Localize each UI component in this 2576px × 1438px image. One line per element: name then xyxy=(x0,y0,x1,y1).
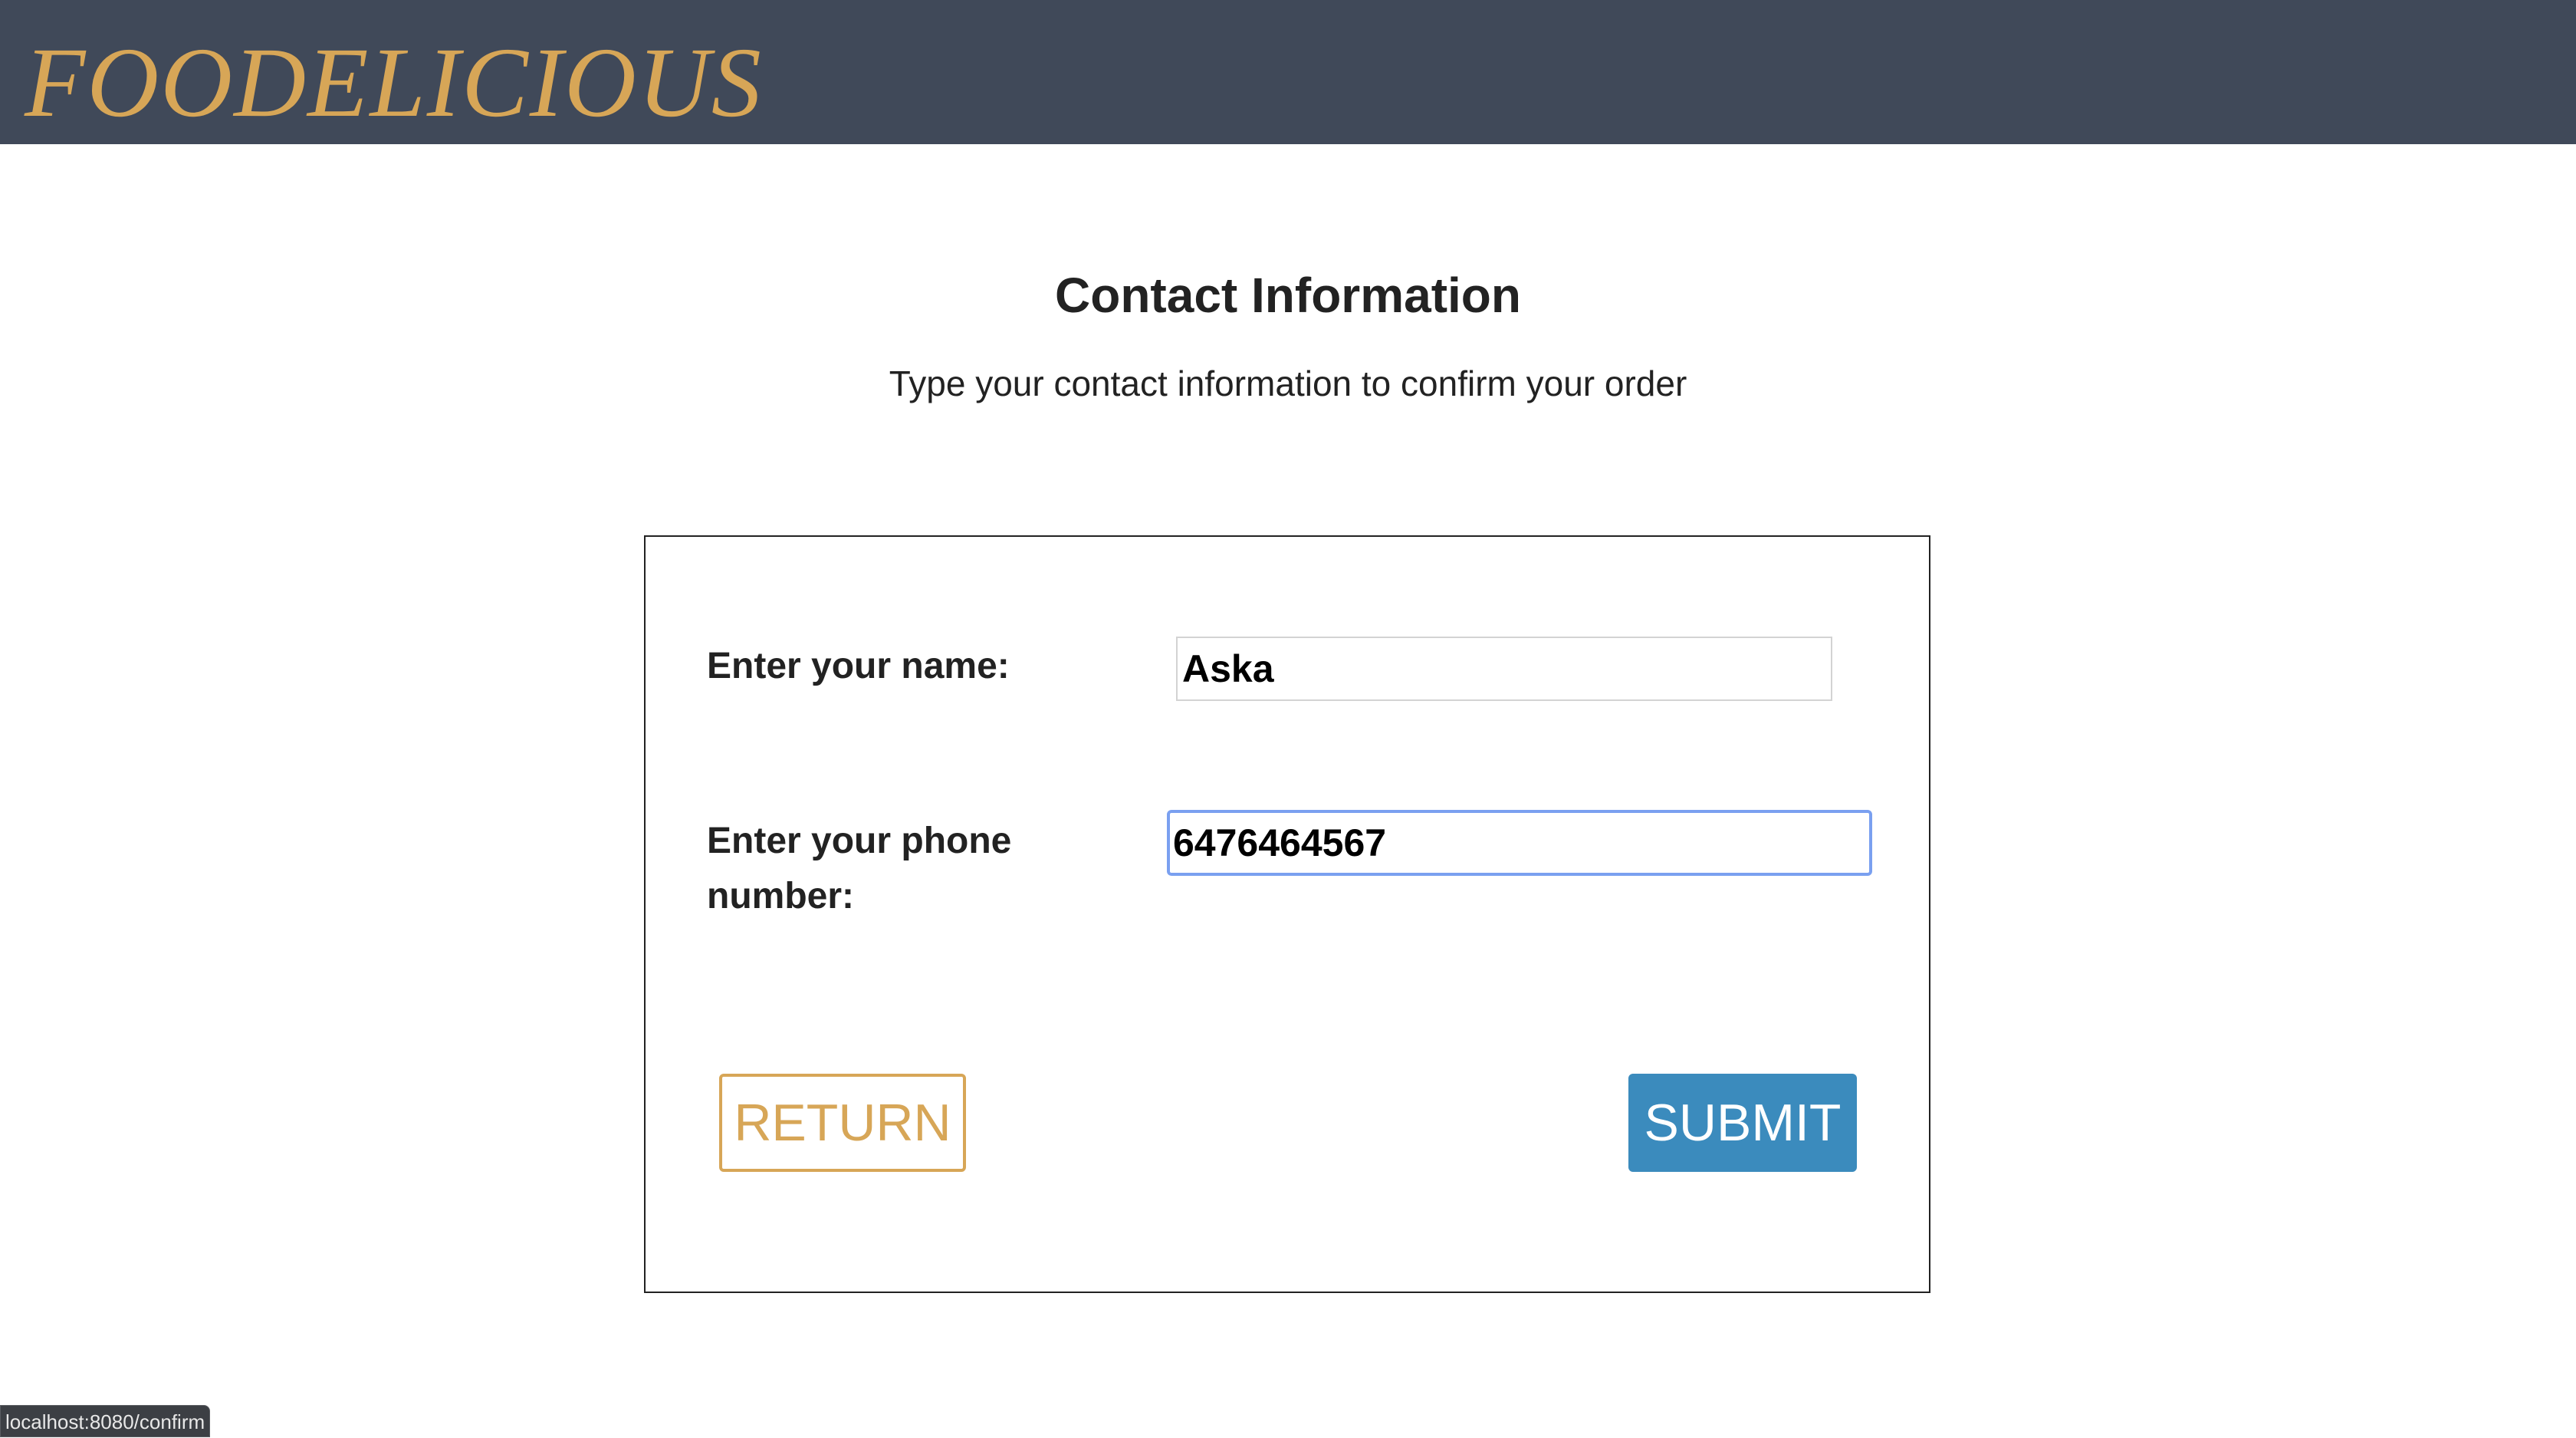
link-status-bar: localhost:8080/confirm xyxy=(0,1405,211,1437)
return-button[interactable]: RETURN xyxy=(719,1074,966,1172)
name-label: Enter your name: xyxy=(707,646,1010,686)
page-subtitle: Type your contact information to confirm… xyxy=(889,364,1687,403)
brand-logo[interactable]: FOODELICIOUS xyxy=(25,21,763,144)
name-input[interactable] xyxy=(1176,637,1832,701)
submit-button[interactable]: SUBMIT xyxy=(1628,1074,1857,1172)
contact-form: Enter your name: Enter your phone number… xyxy=(644,535,1930,1293)
page-title: Contact Information xyxy=(1055,268,1521,323)
phone-input[interactable] xyxy=(1167,810,1872,876)
site-header: FOODELICIOUS xyxy=(0,0,2576,144)
phone-label: Enter your phone number: xyxy=(707,821,1012,916)
